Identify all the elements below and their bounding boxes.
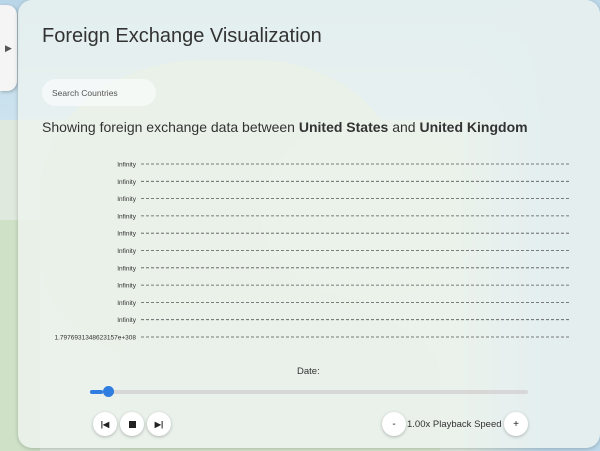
row-label: Infinity	[117, 300, 137, 307]
skip-back-icon: |◀	[100, 419, 110, 429]
speed-increase-button[interactable]: +	[504, 412, 528, 436]
plus-label: +	[513, 418, 519, 430]
row-label: Infinity	[117, 317, 137, 324]
row-label: Infinity	[117, 248, 137, 255]
skip-forward-button[interactable]: ▶|	[147, 412, 171, 436]
row-label: Infinity	[117, 283, 137, 290]
row-label: Infinity	[117, 179, 137, 186]
visualization-panel: Foreign Exchange Visualization Showing f…	[18, 0, 600, 448]
triangle-right-icon: ▶	[5, 42, 12, 53]
row-label: Infinity	[117, 231, 137, 238]
speed-decrease-button[interactable]: -	[382, 412, 406, 436]
date-slider[interactable]	[90, 386, 528, 397]
playback-speed-label: 1.00x Playback Speed	[407, 419, 502, 430]
skip-forward-icon: ▶|	[154, 419, 164, 429]
row-label: Infinity	[117, 213, 137, 220]
minus-label: -	[392, 418, 396, 430]
row-label: Infinity	[117, 162, 137, 169]
date-label: Date:	[297, 366, 320, 377]
row-label: 1.7976931348623157e+308	[54, 335, 136, 342]
exchange-rate-chart: Infinity Infinity Infinity Infinity Infinity…	[54, 162, 570, 342]
row-label: Infinity	[117, 196, 137, 203]
date-slider-fill	[90, 390, 104, 394]
stop-icon	[128, 420, 136, 428]
sidebar-toggle-button[interactable]: ▶	[0, 5, 17, 91]
skip-back-button[interactable]: |◀	[93, 412, 117, 436]
row-label: Infinity	[117, 265, 137, 272]
stop-button[interactable]	[120, 412, 144, 436]
